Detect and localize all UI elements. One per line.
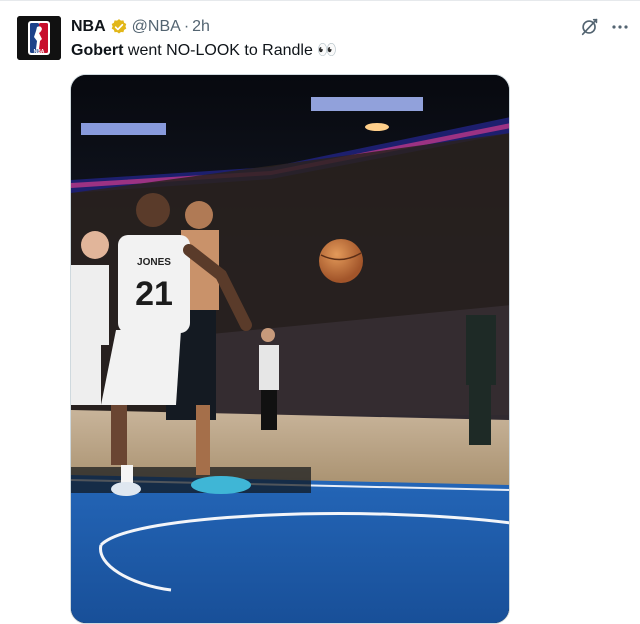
separator-dot: ·: [183, 18, 190, 35]
tweet-header: NBA @NBA · 2h: [71, 17, 210, 37]
tweet-text-bold: Gobert: [71, 42, 124, 59]
verified-badge-icon[interactable]: [110, 18, 128, 36]
grok-icon[interactable]: [579, 16, 601, 38]
jersey-name: JONES: [137, 257, 171, 268]
svg-text:NBA: NBA: [34, 49, 45, 55]
author-name[interactable]: NBA: [71, 18, 106, 36]
timestamp[interactable]: 2h: [192, 18, 210, 36]
tweet-media-video[interactable]: JONES 21: [70, 74, 510, 624]
top-divider: [0, 0, 640, 1]
basketball-scene-image: JONES 21: [71, 75, 509, 623]
tweet-text-rest: went NO-LOOK to Randle 👀: [123, 42, 338, 59]
avatar[interactable]: NBA: [17, 16, 61, 60]
nba-logo-icon: NBA: [17, 16, 61, 60]
author-handle[interactable]: @NBA: [132, 18, 181, 36]
jersey-number: 21: [135, 275, 173, 313]
more-icon[interactable]: [608, 15, 632, 39]
tweet-text: Gobert went NO-LOOK to Randle 👀: [71, 40, 337, 62]
